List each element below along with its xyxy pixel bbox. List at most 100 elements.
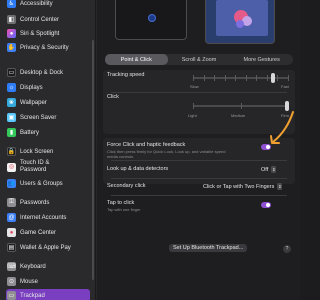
sidebar-item-label: Accessibility	[20, 0, 53, 7]
annotation-arrow-icon	[270, 111, 294, 144]
sidebar-scrollbar[interactable]	[92, 40, 94, 280]
users-icon: 👥	[7, 179, 16, 188]
sidebar-item-siri[interactable]: ● Siri & Spotlight	[6, 27, 90, 40]
sidebar-item-label: Desktop & Dock	[20, 69, 64, 76]
game-center-icon: ●	[7, 228, 16, 237]
tap-to-click-label: Tap to click	[107, 200, 135, 206]
sidebar-item-wallpaper[interactable]: ❀ Wallpaper	[6, 96, 90, 109]
sidebar-item-label: Game Center	[20, 229, 57, 236]
trackpad-icon: ▭	[7, 291, 16, 300]
sidebar-item-label: Privacy & Security	[20, 44, 69, 51]
sidebar-item-label: Control Center	[20, 16, 60, 23]
tab-bar: Point & Click Scroll & Zoom More Gesture…	[105, 54, 293, 65]
sidebar-item-screen-saver[interactable]: ▣ Screen Saver	[6, 111, 90, 124]
tab-scroll-zoom[interactable]: Scroll & Zoom	[168, 54, 231, 65]
sidebar-item-accessibility[interactable]: ♿ Accessibility	[6, 0, 90, 10]
sidebar-item-game-center[interactable]: ● Game Center	[6, 226, 90, 239]
setup-bluetooth-trackpad-button[interactable]: Set Up Bluetooth Trackpad...	[169, 244, 248, 252]
sidebar-item-mouse[interactable]: ⊙ Mouse	[6, 275, 90, 288]
divider	[111, 160, 287, 161]
sidebar-item-label: Mouse	[20, 278, 39, 285]
chevron-updown-icon: ⇕	[277, 183, 283, 190]
sidebar-item-control-center[interactable]: ◧ Control Center	[6, 13, 90, 26]
at-icon: @	[7, 213, 16, 222]
force-click-label: Force Click and haptic feedback	[107, 142, 186, 148]
sidebar-item-touch-id[interactable]: ◎ Touch ID & Password	[6, 159, 90, 175]
gesture-preview-screen	[205, 0, 275, 44]
divider	[111, 195, 287, 196]
light-label: Light	[188, 113, 197, 118]
keyboard-icon: ⌨	[7, 262, 16, 271]
sidebar-item-label: Trackpad	[20, 292, 45, 299]
control-center-icon: ◧	[7, 15, 16, 24]
divider	[111, 92, 287, 93]
sidebar-item-label: Wallpaper	[20, 99, 47, 106]
wallet-icon: ▤	[7, 243, 16, 252]
secondary-click-label: Secondary click	[107, 183, 146, 189]
sidebar-item-privacy[interactable]: ✋ Privacy & Security	[6, 41, 90, 54]
help-button[interactable]: ?	[283, 245, 291, 253]
trackpad-settings-pane: Point & Click Scroll & Zoom More Gesture…	[97, 0, 300, 300]
tap-to-click-description: Tap with one finger	[107, 207, 141, 212]
sidebar-item-wallet[interactable]: ▤ Wallet & Apple Pay	[6, 241, 90, 254]
lookup-popup[interactable]: Off ⇕	[261, 166, 277, 173]
siri-icon: ●	[7, 29, 16, 38]
sidebar-item-battery[interactable]: ▮ Battery	[6, 126, 90, 139]
fast-label: Fast	[281, 84, 289, 89]
sidebar-item-label: Internet Accounts	[20, 214, 67, 221]
fingerprint-icon: ◎	[7, 162, 16, 172]
wallpaper-icon: ❀	[7, 98, 16, 107]
sidebar-item-internet-accounts[interactable]: @ Internet Accounts	[6, 211, 90, 224]
tracking-speed-label: Tracking speed	[107, 72, 145, 78]
divider	[111, 178, 287, 179]
mouse-icon: ⊙	[7, 277, 16, 286]
sidebar-item-trackpad[interactable]: ▭ Trackpad	[6, 289, 90, 300]
system-settings-window: ♿ Accessibility ◧ Control Center ● Siri …	[0, 0, 300, 300]
dock-icon: ▭	[7, 68, 16, 77]
sidebar-item-label: Users & Groups	[20, 180, 63, 187]
lock-icon: 🔒	[7, 147, 16, 156]
tracking-speed-knob[interactable]	[271, 73, 276, 83]
lookup-label: Look up & data detectors	[107, 166, 169, 172]
sidebar-item-users-groups[interactable]: 👥 Users & Groups	[6, 177, 90, 190]
sidebar: ♿ Accessibility ◧ Control Center ● Siri …	[0, 0, 96, 300]
sidebar-item-label: Passwords	[20, 199, 50, 206]
gesture-preview-trackpad	[115, 0, 187, 40]
accessibility-icon: ♿	[7, 0, 16, 8]
sidebar-item-label: Screen Saver	[20, 114, 57, 121]
sidebar-item-desktop-dock[interactable]: ▭ Desktop & Dock	[6, 66, 90, 79]
sidebar-item-label: Wallet & Apple Pay	[20, 244, 71, 251]
sidebar-item-label: Displays	[20, 84, 43, 91]
force-click-description-2: media controls.	[107, 154, 135, 159]
battery-icon: ▮	[7, 128, 16, 137]
sidebar-item-label: Lock Screen	[20, 148, 54, 155]
key-icon: ⚿	[7, 198, 16, 207]
slider-ticks	[193, 103, 289, 109]
tab-point-click[interactable]: Point & Click	[105, 54, 168, 65]
hand-icon: ✋	[7, 43, 16, 52]
click-label: Click	[107, 94, 119, 100]
tab-more-gestures[interactable]: More Gestures	[230, 54, 293, 65]
tap-to-click-toggle[interactable]	[261, 202, 271, 208]
medium-label: Medium	[231, 113, 246, 118]
preview-decoration	[236, 20, 244, 28]
screen-saver-icon: ▣	[7, 113, 16, 122]
click-pressure-slider[interactable]	[193, 101, 289, 111]
sidebar-item-label: Battery	[20, 129, 40, 136]
chevron-updown-icon: ⇕	[271, 166, 277, 173]
sidebar-item-passwords[interactable]: ⚿ Passwords	[6, 196, 90, 209]
lookup-value: Off	[261, 166, 269, 173]
secondary-click-value: Click or Tap with Two Fingers	[203, 183, 275, 190]
sidebar-item-label: Siri & Spotlight	[20, 30, 60, 37]
tracking-speed-slider[interactable]	[193, 73, 289, 83]
sidebar-item-displays[interactable]: ☼ Displays	[6, 81, 90, 94]
secondary-click-popup[interactable]: Click or Tap with Two Fingers ⇕	[203, 183, 283, 190]
sidebar-item-lock-screen[interactable]: 🔒 Lock Screen	[6, 145, 90, 158]
finger-dot	[148, 14, 156, 22]
click-options-panel: Look up & data detectors Off ⇕ Secondary…	[103, 160, 295, 224]
sidebar-item-label: Touch ID &	[20, 160, 50, 166]
sidebar-item-label: Keyboard	[20, 263, 46, 270]
sidebar-item-label-line2: Password	[20, 167, 47, 173]
displays-icon: ☼	[7, 83, 16, 92]
sidebar-item-keyboard[interactable]: ⌨ Keyboard	[6, 260, 90, 273]
